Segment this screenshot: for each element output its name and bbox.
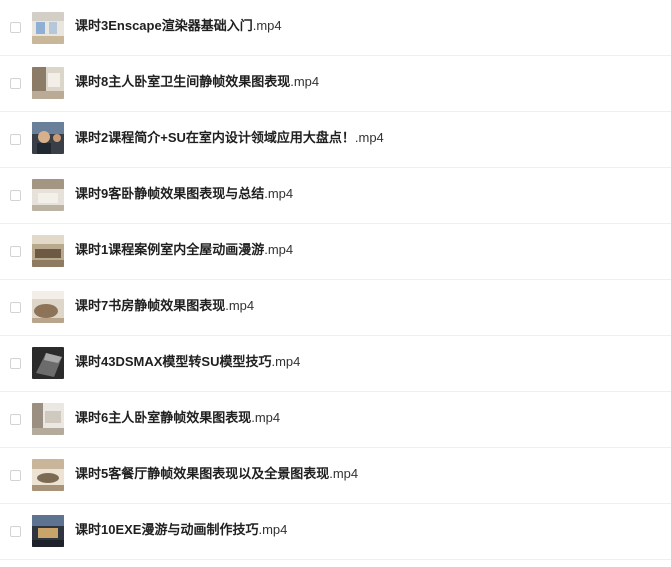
file-name[interactable]: 课时7书房静帧效果图表现.mp4 [75, 297, 254, 315]
file-row[interactable]: 课时3Enscape渲染器基础入门.mp4 [0, 0, 671, 56]
file-name[interactable]: 课时43DSMAX模型转SU模型技巧.mp4 [75, 353, 300, 371]
file-title: 课时5客餐厅静帧效果图表现以及全景图表现 [75, 466, 330, 481]
file-title: 课时6主人卧室静帧效果图表现 [75, 410, 252, 425]
file-extension: .mp4 [329, 466, 359, 481]
select-checkbox[interactable] [10, 470, 21, 481]
study-room-thumbnail [32, 291, 64, 323]
file-row[interactable]: 课时43DSMAX模型转SU模型技巧.mp4 [0, 336, 671, 392]
video-thumbnail[interactable] [32, 122, 64, 154]
file-row[interactable]: 课时10EXE漫游与动画制作技巧.mp4 [0, 504, 671, 560]
presenter-thumbnail [32, 122, 64, 154]
gallery-room-thumbnail [32, 12, 64, 44]
video-thumbnail[interactable] [32, 515, 64, 547]
file-name[interactable]: 课时3Enscape渲染器基础入门.mp4 [75, 17, 282, 35]
file-title: 课时7书房静帧效果图表现 [75, 298, 226, 313]
animation-thumbnail [32, 515, 64, 547]
file-extension: .mp4 [258, 522, 288, 537]
select-checkbox[interactable] [10, 302, 21, 313]
select-checkbox[interactable] [10, 190, 21, 201]
video-thumbnail[interactable] [32, 179, 64, 211]
file-extension: .mp4 [251, 410, 281, 425]
file-extension: .mp4 [264, 242, 294, 257]
video-thumbnail[interactable] [32, 67, 64, 99]
select-checkbox[interactable] [10, 246, 21, 257]
file-name[interactable]: 课时2课程简介+SU在室内设计领域应用大盘点！.mp4 [75, 129, 384, 147]
select-checkbox[interactable] [10, 414, 21, 425]
file-name[interactable]: 课时6主人卧室静帧效果图表现.mp4 [75, 409, 280, 427]
file-extension: .mp4 [354, 130, 384, 145]
file-extension: .mp4 [271, 354, 301, 369]
select-checkbox[interactable] [10, 358, 21, 369]
file-title: 课时10EXE漫游与动画制作技巧 [75, 522, 259, 537]
file-title: 课时43DSMAX模型转SU模型技巧 [75, 354, 272, 369]
video-thumbnail[interactable] [32, 459, 64, 491]
file-name[interactable]: 课时10EXE漫游与动画制作技巧.mp4 [75, 521, 287, 539]
select-checkbox[interactable] [10, 22, 21, 33]
file-title: 课时9客卧静帧效果图表现与总结 [75, 186, 265, 201]
master-bedroom-thumbnail [32, 403, 64, 435]
video-thumbnail[interactable] [32, 347, 64, 379]
file-extension: .mp4 [225, 298, 255, 313]
living-room-thumbnail [32, 235, 64, 267]
3d-model-thumbnail [32, 347, 64, 379]
file-extension: .mp4 [264, 186, 294, 201]
file-extension: .mp4 [252, 18, 282, 33]
video-thumbnail[interactable] [32, 291, 64, 323]
select-checkbox[interactable] [10, 134, 21, 145]
select-checkbox[interactable] [10, 526, 21, 537]
file-row[interactable]: 课时6主人卧室静帧效果图表现.mp4 [0, 392, 671, 448]
file-title: 课时3Enscape渲染器基础入门 [75, 18, 253, 33]
bedroom-thumbnail [32, 179, 64, 211]
file-row[interactable]: 课时5客餐厅静帧效果图表现以及全景图表现.mp4 [0, 448, 671, 504]
file-extension: .mp4 [290, 74, 320, 89]
file-title: 课时2课程简介+SU在室内设计领域应用大盘点！ [75, 130, 355, 145]
file-name[interactable]: 课时5客餐厅静帧效果图表现以及全景图表现.mp4 [75, 465, 358, 483]
bathroom-thumbnail [32, 67, 64, 99]
file-name[interactable]: 课时1课程案例室内全屋动画漫游.mp4 [75, 241, 293, 259]
file-title: 课时8主人卧室卫生间静帧效果图表现 [75, 74, 291, 89]
file-row[interactable]: 课时7书房静帧效果图表现.mp4 [0, 280, 671, 336]
video-thumbnail[interactable] [32, 403, 64, 435]
file-list: 课时3Enscape渲染器基础入门.mp4 课时8主人卧室卫生间静帧效果图表现.… [0, 0, 671, 567]
file-name[interactable]: 课时8主人卧室卫生间静帧效果图表现.mp4 [75, 73, 319, 91]
file-name[interactable]: 课时9客卧静帧效果图表现与总结.mp4 [75, 185, 293, 203]
file-row[interactable]: 课时9客卧静帧效果图表现与总结.mp4 [0, 168, 671, 224]
file-title: 课时1课程案例室内全屋动画漫游 [75, 242, 265, 257]
file-row[interactable]: 课时2课程简介+SU在室内设计领域应用大盘点！.mp4 [0, 112, 671, 168]
file-row[interactable]: 课时8主人卧室卫生间静帧效果图表现.mp4 [0, 56, 671, 112]
file-row[interactable]: 课时1课程案例室内全屋动画漫游.mp4 [0, 224, 671, 280]
video-thumbnail[interactable] [32, 12, 64, 44]
dining-room-thumbnail [32, 459, 64, 491]
select-checkbox[interactable] [10, 78, 21, 89]
video-thumbnail[interactable] [32, 235, 64, 267]
